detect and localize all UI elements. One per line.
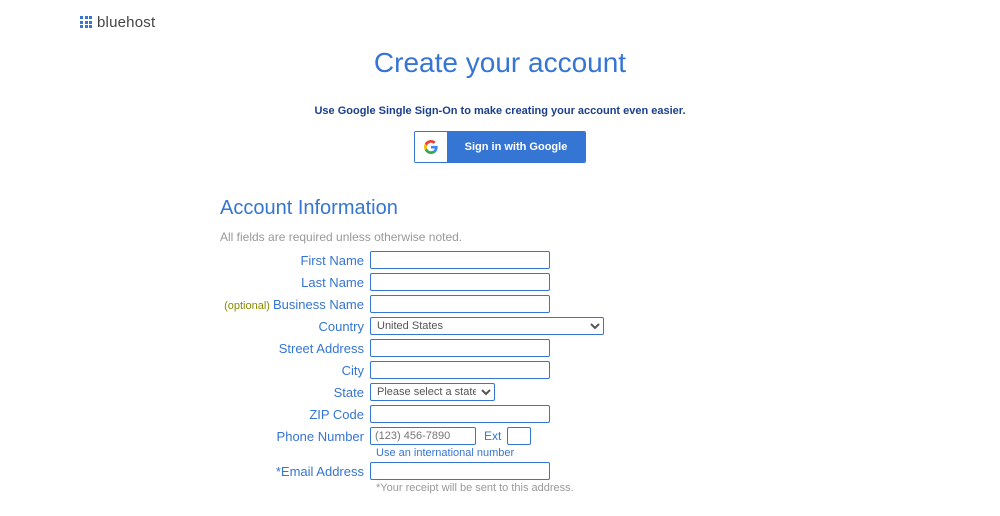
google-icon xyxy=(415,132,447,162)
first-name-field[interactable] xyxy=(370,251,550,269)
label-last-name: Last Name xyxy=(220,275,370,290)
phone-ext-field[interactable] xyxy=(507,427,531,445)
label-zip: ZIP Code xyxy=(220,407,370,422)
zip-field[interactable] xyxy=(370,405,550,423)
label-country: Country xyxy=(220,319,370,334)
label-street: Street Address xyxy=(220,341,370,356)
page-title: Create your account xyxy=(0,47,1000,79)
country-select[interactable]: United States xyxy=(370,317,604,335)
label-email: *Email Address xyxy=(220,464,370,479)
section-title: Account Information xyxy=(220,197,780,220)
last-name-field[interactable] xyxy=(370,273,550,291)
business-name-field[interactable] xyxy=(370,295,550,313)
email-receipt-note: *Your receipt will be sent to this addre… xyxy=(376,482,780,494)
intl-number-link[interactable]: Use an international number xyxy=(376,447,780,459)
grid-icon xyxy=(80,16,93,29)
brand-name: bluehost xyxy=(97,14,155,31)
label-city: City xyxy=(220,363,370,378)
google-button-label: Sign in with Google xyxy=(447,132,586,162)
state-select[interactable]: Please select a state xyxy=(370,383,495,401)
label-first-name: First Name xyxy=(220,253,370,268)
brand-logo[interactable]: bluehost xyxy=(80,14,1000,31)
label-state: State xyxy=(220,385,370,400)
city-field[interactable] xyxy=(370,361,550,379)
phone-field[interactable] xyxy=(370,427,476,445)
sso-message: Use Google Single Sign-On to make creati… xyxy=(0,105,1000,117)
label-ext: Ext xyxy=(484,429,501,443)
label-phone: Phone Number xyxy=(220,429,370,444)
label-business-name: (optional)Business Name xyxy=(220,297,370,312)
email-field[interactable] xyxy=(370,462,550,480)
google-signin-button[interactable]: Sign in with Google xyxy=(414,131,587,163)
street-address-field[interactable] xyxy=(370,339,550,357)
section-helper: All fields are required unless otherwise… xyxy=(220,230,780,244)
